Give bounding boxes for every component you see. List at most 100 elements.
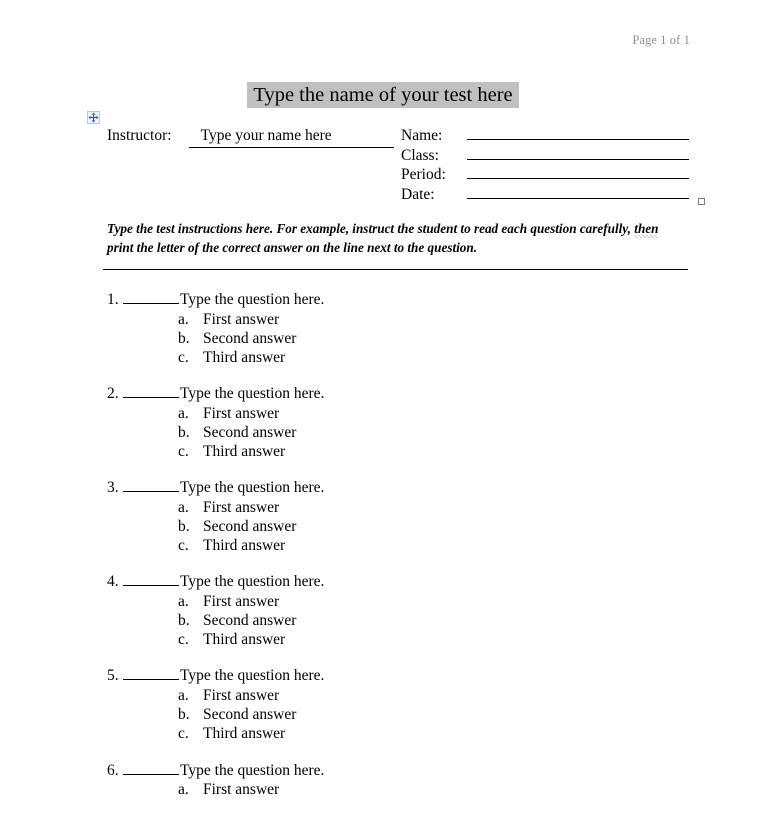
document-title-container: Type the name of your test here	[0, 82, 766, 108]
question-text[interactable]: Type the question here.	[180, 572, 324, 592]
student-field-date: Date:	[401, 183, 689, 203]
answer-option[interactable]: a. First answer	[0, 404, 766, 423]
question-text[interactable]: Type the question here.	[180, 384, 324, 404]
answer-option[interactable]: a. First answer	[0, 780, 766, 799]
student-field-period: Period:	[401, 163, 689, 183]
question-header: 6. Type the question here.	[0, 761, 766, 781]
question-answer-blank[interactable]	[123, 666, 179, 681]
question-number: 5.	[107, 667, 119, 685]
questions-list: 1. Type the question here. a. First answ…	[0, 290, 766, 816]
document-page: Page 1 of 1 Type the name of your test h…	[0, 0, 766, 798]
answer-text: Second answer	[203, 329, 297, 347]
student-field-class: Class:	[401, 144, 689, 164]
question-item: 6. Type the question here. a. First answ…	[0, 761, 766, 800]
question-item: 1. Type the question here. a. First answ…	[0, 290, 766, 367]
answer-text: Third answer	[203, 725, 286, 743]
question-text[interactable]: Type the question here.	[180, 290, 324, 310]
answer-letter: c.	[178, 348, 189, 366]
question-header: 3. Type the question here.	[0, 478, 766, 498]
answer-text: Second answer	[203, 423, 297, 441]
question-header: 5. Type the question here.	[0, 666, 766, 686]
question-text[interactable]: Type the question here.	[180, 478, 324, 498]
answer-text: First answer	[203, 592, 280, 610]
question-answer-blank[interactable]	[123, 761, 179, 775]
answer-option[interactable]: b. Second answer	[0, 329, 766, 348]
answer-option[interactable]: c. Third answer	[0, 630, 766, 649]
answer-option[interactable]: a. First answer	[0, 310, 766, 329]
question-header: 4. Type the question here.	[0, 572, 766, 592]
answer-letter: c.	[178, 537, 189, 555]
period-input-line[interactable]	[467, 163, 689, 179]
class-input-line[interactable]	[467, 144, 689, 160]
move-four-arrows-icon	[88, 112, 99, 123]
question-answer-blank[interactable]	[123, 384, 179, 399]
answer-text: Third answer	[203, 631, 286, 649]
question-text[interactable]: Type the question here.	[180, 666, 324, 686]
section-divider	[103, 269, 688, 270]
answer-option[interactable]: a. First answer	[0, 686, 766, 705]
answer-text: Second answer	[203, 706, 297, 724]
answer-text: Second answer	[203, 517, 297, 535]
answer-option[interactable]: a. First answer	[0, 592, 766, 611]
answer-letter: a.	[178, 404, 189, 422]
question-item: 4. Type the question here. a. First answ…	[0, 572, 766, 649]
answer-option[interactable]: b. Second answer	[0, 423, 766, 442]
answer-letter: c.	[178, 443, 189, 461]
question-number: 6.	[107, 761, 119, 779]
answer-text: Second answer	[203, 612, 297, 630]
name-label: Name:	[401, 127, 443, 144]
answer-option[interactable]: c. Third answer	[0, 442, 766, 461]
answer-options: a. First answer b. Second answer c. Thir…	[0, 310, 766, 368]
instructor-label: Instructor:	[107, 127, 172, 144]
answer-options: a. First answer b. Second answer c. Thir…	[0, 498, 766, 556]
question-number: 4.	[107, 573, 119, 591]
question-number: 1.	[107, 291, 119, 308]
answer-option[interactable]: b. Second answer	[0, 517, 766, 536]
answer-letter: a.	[178, 498, 189, 516]
answer-letter: a.	[178, 592, 189, 610]
question-item: 5. Type the question here. a. First answ…	[0, 666, 766, 743]
table-move-handle[interactable]	[87, 111, 100, 124]
test-instructions[interactable]: Type the test instructions here. For exa…	[107, 219, 687, 257]
answer-text: First answer	[203, 404, 280, 422]
question-answer-blank[interactable]	[123, 478, 179, 493]
name-input-line[interactable]	[467, 124, 689, 140]
answer-option[interactable]: b. Second answer	[0, 611, 766, 630]
answer-letter: b.	[178, 329, 190, 347]
question-item: 3. Type the question here. a. First answ…	[0, 478, 766, 555]
answer-letter: c.	[178, 631, 189, 649]
question-item: 2. Type the question here. a. First answ…	[0, 384, 766, 461]
answer-letter: b.	[178, 706, 190, 724]
question-number: 2.	[107, 385, 119, 403]
answer-letter: a.	[178, 781, 189, 799]
page-title[interactable]: Type the name of your test here	[247, 82, 519, 108]
answer-text: Third answer	[203, 537, 286, 555]
answer-text: Third answer	[203, 443, 286, 461]
table-resize-handle[interactable]	[698, 198, 705, 205]
date-input-line[interactable]	[467, 183, 689, 199]
answer-option[interactable]: c. Third answer	[0, 348, 766, 367]
answer-text: First answer	[203, 310, 280, 328]
date-label: Date:	[401, 185, 435, 203]
answer-letter: c.	[178, 725, 189, 743]
answer-text: First answer	[203, 781, 280, 799]
answer-option[interactable]: c. Third answer	[0, 724, 766, 743]
instructions-part-2: print the letter of the correct answer o…	[107, 240, 478, 255]
answer-option[interactable]: a. First answer	[0, 498, 766, 517]
answer-options: a. First answer b. Second answer c. Thir…	[0, 592, 766, 650]
grammar-flagged-word[interactable]: then	[634, 221, 659, 238]
answer-letter: b.	[178, 612, 190, 630]
question-answer-blank[interactable]	[123, 290, 179, 304]
answer-option[interactable]: b. Second answer	[0, 705, 766, 724]
student-field-name: Name:	[401, 124, 689, 144]
answer-letter: a.	[178, 686, 189, 704]
answer-options: a. First answer	[0, 780, 766, 799]
question-header: 2. Type the question here.	[0, 384, 766, 404]
page-indicator: Page 1 of 1	[632, 33, 690, 47]
question-answer-blank[interactable]	[123, 572, 179, 587]
period-label: Period:	[401, 166, 446, 183]
answer-option[interactable]: c. Third answer	[0, 536, 766, 555]
question-text[interactable]: Type the question here.	[180, 761, 324, 781]
question-number: 3.	[107, 479, 119, 497]
instructor-name-field[interactable]: Type your name here	[188, 126, 394, 148]
